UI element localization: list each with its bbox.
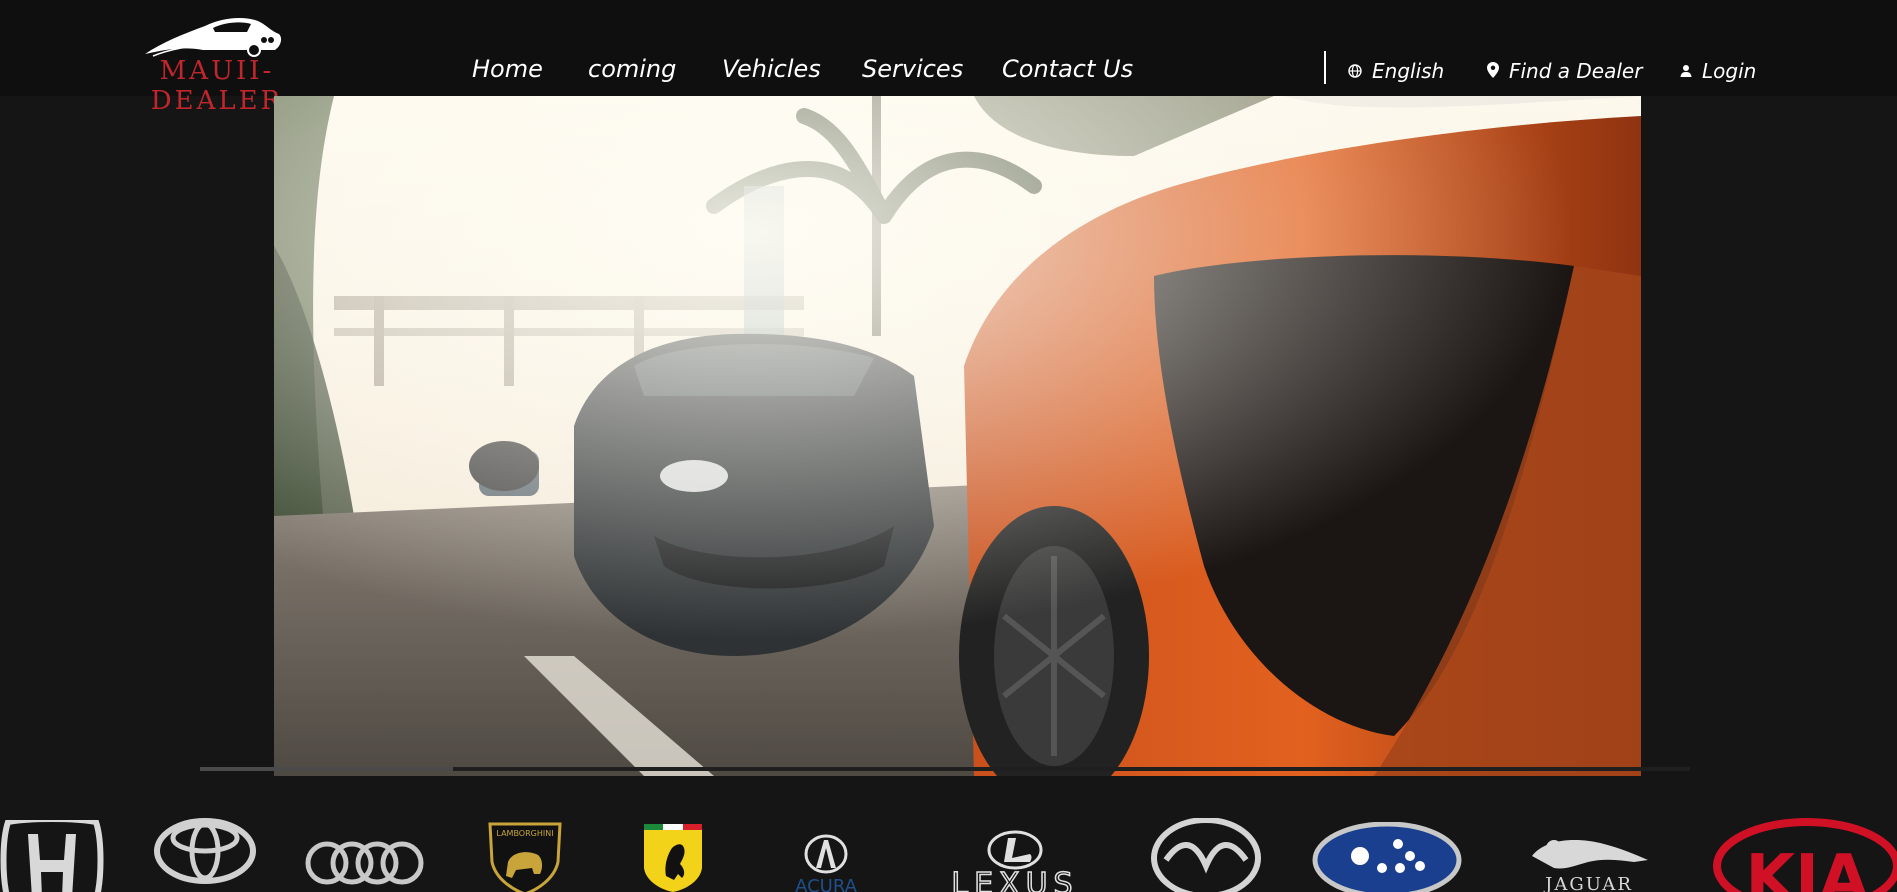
lexus-logo[interactable]: LEXUS	[934, 830, 1096, 892]
jaguar-text: JAGUAR	[1543, 874, 1633, 892]
kia-logo[interactable]: KIA	[1712, 818, 1897, 892]
find-dealer-link[interactable]: Find a Dealer	[1487, 58, 1642, 84]
login-label: Login	[1702, 59, 1757, 83]
login-link[interactable]: Login	[1680, 58, 1756, 84]
jaguar-logo[interactable]: JAGUAR	[1524, 830, 1654, 892]
lexus-text: LEXUS	[951, 867, 1078, 892]
car-logo-icon	[145, 18, 282, 57]
hero-image	[274, 96, 1641, 776]
lamborghini-text: LAMBORGHINI	[496, 829, 553, 838]
mazda-logo[interactable]	[1150, 817, 1262, 892]
language-label: English	[1372, 59, 1445, 83]
language-selector[interactable]: English	[1348, 58, 1444, 84]
nav-contact-us[interactable]: Contact Us	[1002, 52, 1133, 86]
nav-home[interactable]: Home	[472, 52, 543, 86]
toyota-logo[interactable]	[154, 818, 256, 888]
subaru-logo[interactable]	[1312, 821, 1462, 892]
find-dealer-label: Find a Dealer	[1509, 59, 1643, 83]
hero-video[interactable]	[274, 96, 1641, 776]
user-icon	[1680, 59, 1692, 83]
ferrari-logo[interactable]	[642, 824, 704, 892]
brand-logo-strip: LAMBORGHINI ACURA LEXUS JAGUAR KIA	[0, 800, 1897, 892]
honda-logo[interactable]	[0, 816, 104, 892]
video-progress-fill	[200, 767, 454, 771]
header-divider	[1324, 51, 1326, 84]
site-header: MAUII-DEALER Home coming Vehicles Servic…	[0, 0, 1897, 116]
acura-logo[interactable]: ACURA	[780, 832, 872, 892]
kia-text: KIA	[1746, 842, 1869, 892]
nav-services[interactable]: Services	[862, 52, 963, 86]
site-logo[interactable]: MAUII-DEALER	[97, 14, 337, 116]
nav-vehicles[interactable]: Vehicles	[722, 52, 821, 86]
nav-coming[interactable]: coming	[588, 52, 676, 86]
video-progress-bar[interactable]	[200, 767, 1690, 771]
map-pin-icon	[1487, 59, 1499, 83]
globe-icon	[1348, 59, 1362, 83]
acura-text: ACURA	[795, 876, 858, 892]
audi-logo[interactable]	[305, 840, 425, 890]
lamborghini-logo[interactable]: LAMBORGHINI	[486, 822, 564, 892]
